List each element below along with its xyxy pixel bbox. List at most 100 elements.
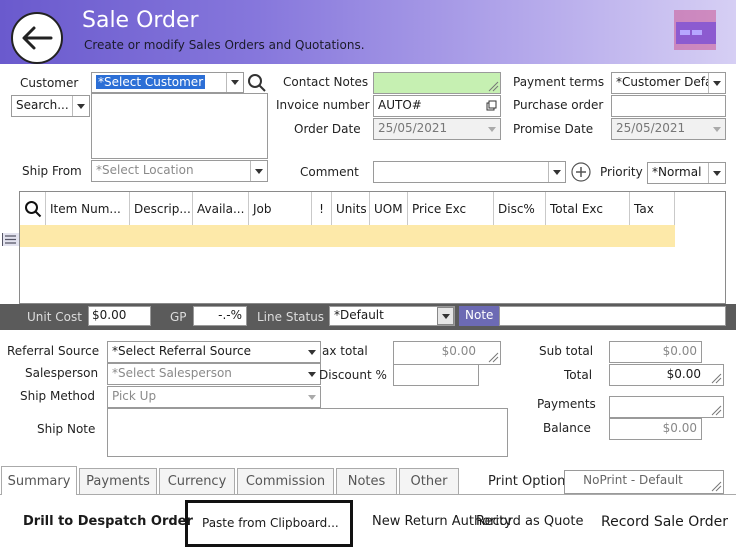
- ship-from-select[interactable]: *Select Location: [91, 160, 268, 182]
- search-mode-select[interactable]: Search...: [11, 95, 90, 117]
- salesperson-label: Salesperson: [25, 366, 99, 380]
- order-date-value: 25/05/2021: [378, 121, 448, 135]
- line-status-label: Line Status: [257, 310, 325, 324]
- customer-list[interactable]: [91, 93, 268, 159]
- column-header-disc[interactable]: Disc%: [494, 192, 546, 225]
- purchase-order-label: Purchase order: [513, 98, 604, 112]
- record-sale-order-button[interactable]: Record Sale Order: [601, 514, 728, 530]
- order-date-field[interactable]: 25/05/2021: [373, 118, 501, 140]
- promise-date-value: 25/05/2021: [616, 121, 686, 135]
- back-button[interactable]: [11, 12, 63, 64]
- resize-grip-icon: [711, 481, 722, 492]
- tab-currency[interactable]: Currency: [159, 468, 235, 494]
- priority-value: *Normal: [652, 165, 702, 179]
- chevron-down-icon[interactable]: [303, 342, 320, 362]
- referral-source-select[interactable]: *Select Referral Source: [107, 341, 321, 363]
- column-header-available[interactable]: Availa...: [193, 192, 249, 225]
- copy-icon[interactable]: [486, 100, 497, 111]
- tab-notes[interactable]: Notes: [336, 468, 397, 494]
- column-header-description[interactable]: Descrip...: [130, 192, 193, 225]
- tab-summary[interactable]: Summary: [1, 466, 77, 495]
- search-icon[interactable]: [246, 72, 268, 93]
- customer-select[interactable]: *Select Customer: [91, 72, 244, 93]
- resize-grip-icon: [488, 352, 499, 363]
- priority-select[interactable]: *Normal: [647, 162, 726, 184]
- balance-label: Balance: [543, 421, 591, 435]
- tab-other[interactable]: Other: [399, 468, 459, 494]
- tax-total-value: $0.00: [441, 344, 476, 358]
- chevron-down-icon[interactable]: [226, 73, 243, 92]
- chevron-down-icon[interactable]: [708, 73, 725, 93]
- ship-method-select[interactable]: Pick Up: [107, 386, 321, 408]
- tax-total-field[interactable]: $0.00: [393, 341, 501, 365]
- chevron-down-icon[interactable]: [303, 364, 320, 384]
- tab-divider: [0, 494, 736, 495]
- unit-cost-label: Unit Cost: [27, 310, 82, 324]
- chevron-down-icon[interactable]: [483, 119, 500, 139]
- chevron-down-icon[interactable]: [548, 162, 565, 182]
- note-field[interactable]: [499, 306, 726, 326]
- payment-terms-select[interactable]: *Customer Defa: [611, 72, 726, 94]
- ship-note-label: Ship Note: [37, 422, 96, 436]
- ship-from-label: Ship From: [22, 164, 82, 178]
- referral-source-value: *Select Referral Source: [112, 344, 251, 358]
- line-items-grid[interactable]: Item Num... Descrip... Availa... Job ! U…: [19, 191, 726, 304]
- unit-cost-field[interactable]: $0.00: [88, 306, 151, 326]
- search-icon[interactable]: [24, 200, 42, 218]
- discount-field[interactable]: [393, 364, 479, 386]
- grid-search-header[interactable]: [20, 192, 46, 225]
- salesperson-value: *Select Salesperson: [112, 366, 232, 380]
- payments-field[interactable]: [609, 396, 724, 418]
- comment-select[interactable]: [373, 161, 566, 183]
- salesperson-select[interactable]: *Select Salesperson: [107, 363, 321, 385]
- drill-to-despatch-order-button[interactable]: Drill to Despatch Order: [23, 514, 193, 529]
- promise-date-label: Promise Date: [513, 122, 594, 136]
- promise-date-field[interactable]: 25/05/2021: [611, 118, 726, 140]
- contact-notes-label: Contact Notes: [283, 75, 369, 89]
- purchase-order-field[interactable]: [611, 95, 726, 117]
- customer-select-value: *Select Customer: [96, 75, 206, 89]
- sub-total-field: $0.00: [609, 341, 702, 363]
- column-header-uom[interactable]: UOM: [370, 192, 408, 225]
- tab-payments[interactable]: Payments: [79, 468, 157, 494]
- chevron-down-icon[interactable]: [708, 163, 725, 183]
- column-header-units[interactable]: Units: [332, 192, 370, 225]
- gp-field[interactable]: -.-%: [193, 306, 247, 326]
- contact-notes-field[interactable]: [373, 72, 501, 94]
- invoice-number-field[interactable]: AUTO#: [373, 95, 501, 117]
- column-header-alert[interactable]: !: [312, 192, 332, 225]
- invoice-number-value: AUTO#: [378, 98, 422, 112]
- column-header-total-exc[interactable]: Total Exc: [546, 192, 630, 225]
- search-mode-value: Search...: [16, 98, 69, 112]
- resize-grip-icon: [711, 373, 722, 384]
- invoice-number-label: Invoice number: [276, 98, 370, 112]
- tab-commission[interactable]: Commission: [237, 468, 334, 494]
- discount-label: Discount %: [319, 368, 387, 382]
- chevron-down-icon[interactable]: [437, 307, 454, 325]
- column-header-price-exc[interactable]: Price Exc: [408, 192, 494, 225]
- print-option-select[interactable]: NoPrint - Default: [564, 470, 724, 494]
- row-selector-icon[interactable]: [2, 233, 19, 246]
- priority-label: Priority: [600, 165, 643, 179]
- chevron-down-icon[interactable]: [250, 161, 267, 181]
- total-label: Total: [564, 368, 593, 382]
- column-header-tax[interactable]: Tax: [630, 192, 675, 225]
- ship-note-field[interactable]: [107, 408, 508, 457]
- resize-grip-icon: [711, 405, 722, 416]
- comment-label: Comment: [300, 165, 359, 179]
- table-row[interactable]: [20, 225, 675, 247]
- chevron-down-icon[interactable]: [708, 119, 725, 139]
- line-status-select[interactable]: *Default: [329, 306, 455, 326]
- paste-from-clipboard-button[interactable]: Paste from Clipboard...: [185, 500, 353, 547]
- customer-label: Customer: [20, 76, 79, 90]
- ship-from-value: *Select Location: [96, 163, 194, 177]
- column-header-item-number[interactable]: Item Num...: [46, 192, 130, 225]
- record-as-quote-button[interactable]: Record as Quote: [476, 514, 583, 529]
- print-option-label: Print Option: [488, 474, 566, 489]
- column-header-job[interactable]: Job: [249, 192, 312, 225]
- gp-label: GP: [170, 310, 187, 324]
- chevron-down-icon[interactable]: [303, 387, 320, 407]
- balance-field: $0.00: [609, 418, 702, 440]
- add-circle-icon[interactable]: [570, 161, 592, 183]
- chevron-down-icon[interactable]: [72, 96, 89, 116]
